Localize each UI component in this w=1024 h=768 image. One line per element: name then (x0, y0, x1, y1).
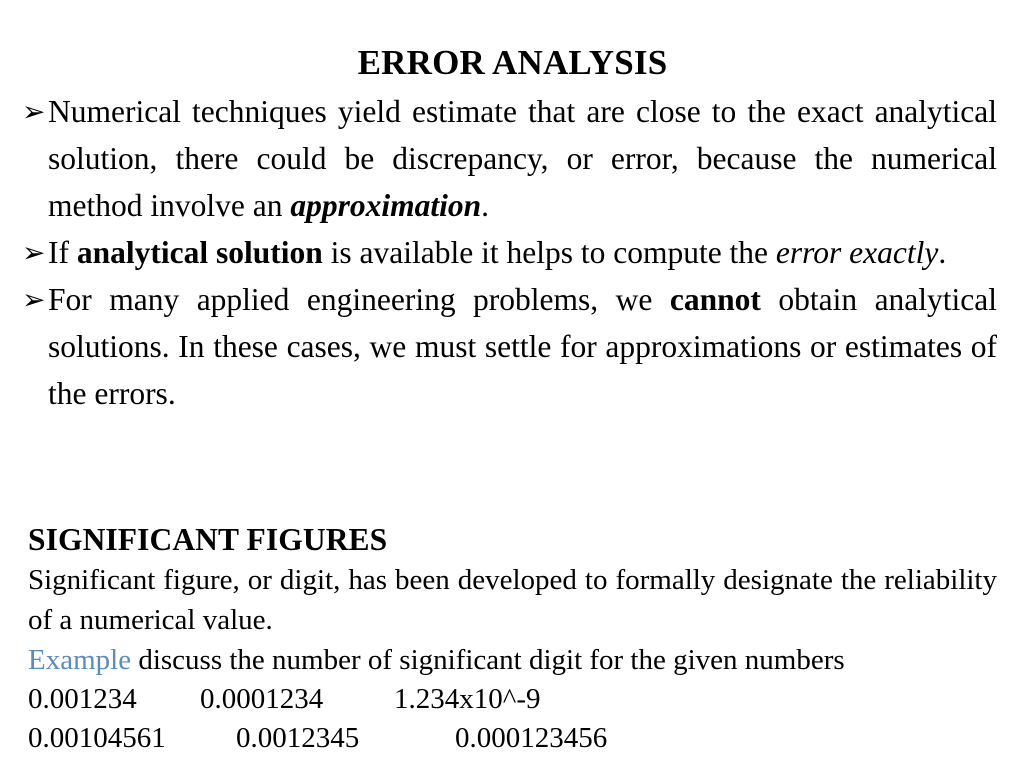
text-run: If (48, 235, 77, 270)
text-run-emphasis: error exactly (775, 235, 939, 270)
arrow-bullet-icon: ➢ (22, 236, 46, 269)
arrow-bullet-icon: ➢ (22, 95, 46, 128)
text-run: For many applied engineering problems, w… (48, 282, 670, 317)
list-item-text: For many applied engineering problems, w… (48, 282, 997, 411)
text-run-emphasis: approximation (290, 188, 482, 223)
number-row: 0.001234 0.0001234 1.234x10^-9 (28, 680, 997, 719)
text-run-emphasis: analytical solution (76, 235, 323, 270)
number-value: 0.0001234 (200, 683, 324, 715)
list-item: ➢ For many applied engineering problems,… (22, 276, 997, 417)
number-value: 0.00104561 (28, 722, 166, 754)
list-item-text: Numerical techniques yield estimate that… (48, 94, 997, 223)
text-run-emphasis: cannot (669, 282, 761, 317)
example-text: discuss the number of significant digit … (131, 644, 845, 676)
example-keyword: Example (28, 644, 132, 676)
text-run: . (481, 188, 489, 223)
significant-figures-section: SIGNIFICANT FIGURES Significant figure, … (28, 520, 997, 758)
list-item: ➢ If analytical solution is available it… (22, 229, 997, 276)
number-row: 0.00104561 0.0012345 0.000123456 (28, 719, 997, 758)
number-value: 1.234x10^-9 (394, 683, 541, 715)
definition-paragraph: Significant figure, or digit, has been d… (28, 564, 997, 636)
bullet-list: ➢ Numerical techniques yield estimate th… (22, 88, 997, 417)
number-value: 0.001234 (28, 683, 137, 715)
slide-canvas: ERROR ANALYSIS ➢ Numerical techniques yi… (0, 0, 1024, 768)
example-line: Example discuss the number of significan… (28, 640, 997, 680)
list-item-text: If analytical solution is available it h… (48, 235, 946, 270)
text-run: Numerical techniques yield estimate that… (48, 94, 997, 223)
list-item: ➢ Numerical techniques yield estimate th… (22, 88, 997, 229)
text-run: . (938, 235, 947, 270)
text-run: is available it helps to compute the (322, 235, 776, 270)
section-heading: SIGNIFICANT FIGURES (28, 522, 388, 557)
arrow-bullet-icon: ➢ (22, 283, 46, 316)
number-value: 0.0012345 (236, 722, 360, 754)
page-title: ERROR ANALYSIS (357, 43, 668, 82)
number-value: 0.000123456 (455, 722, 608, 754)
